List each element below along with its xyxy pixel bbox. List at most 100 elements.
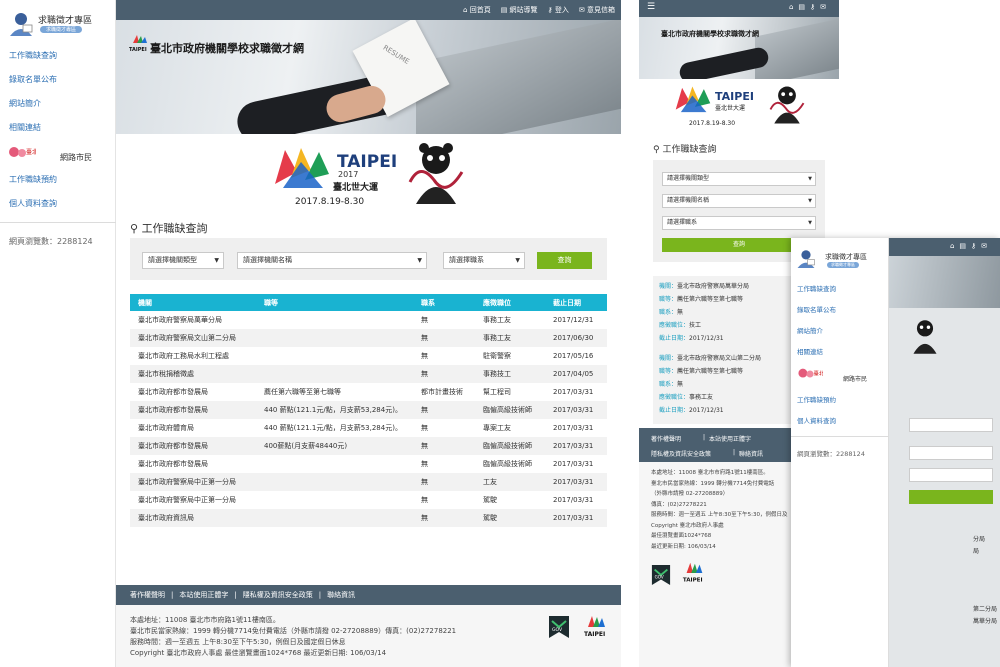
- table-row[interactable]: 臺北市稅捐稽徵處 無事務技工 2017/04/05: [130, 365, 607, 383]
- table-row[interactable]: 臺北市政府都市發展局 440 薪點(121.1元/點，月支薪53,284元)。無臨…: [130, 401, 607, 419]
- cell-series: 無: [421, 424, 428, 432]
- footer-link-charset[interactable]: 本站使用正體字: [179, 590, 228, 600]
- drawer-net-citizen-logo-icon[interactable]: 臺北: [797, 366, 823, 382]
- tablet-bg-row: 萬華分局: [973, 618, 998, 625]
- col-deadline[interactable]: 截止日期: [545, 294, 607, 311]
- cell-position: 駕駛: [475, 509, 545, 527]
- drawer-item-personal-data[interactable]: 個人資料查詢: [797, 415, 836, 425]
- footer-separator: |: [703, 434, 706, 441]
- drawer-item-job-reservation[interactable]: 工作職缺預約: [797, 394, 836, 404]
- table-row[interactable]: 臺北市政府都市發展局 無 臨僱高級技術師 2017/03/31: [130, 455, 607, 473]
- cell-position: 事務工友: [483, 316, 511, 324]
- tablet-nav-icons[interactable]: ⌂▤⚷✉: [950, 242, 992, 250]
- gov-badge-icon[interactable]: GOV: [548, 615, 570, 639]
- col-agency[interactable]: 機關: [130, 294, 256, 311]
- table-row[interactable]: 臺北市政府警察局中正第一分局 無工友 2017/03/31: [130, 473, 607, 491]
- jobs-table-body: 臺北市政府警察局萬華分局無事務工友 2017/12/31 臺北市政府警察局文山第二分…: [130, 311, 607, 527]
- mobile-footer-link-privacy[interactable]: 隱私權及資訊安全政策: [651, 449, 711, 458]
- mobile-top-bar: ☰ ⌂▤⚷✉: [639, 0, 839, 17]
- cell-agency: 臺北市稅捐稽徵處: [130, 365, 256, 383]
- mobile-footer-link-contact[interactable]: 聯絡資訊: [739, 449, 763, 458]
- record-series-value: 無: [677, 381, 684, 388]
- cell-position: 臨僱高級技術師: [475, 401, 545, 419]
- mobile-record[interactable]: 機關：臺北市政府警察局文山第二分局 職等：薦任第六職等至第七職等 職系：無 應徵…: [659, 352, 761, 417]
- mobile-taipei-badge-text: TAIPEI: [683, 577, 703, 583]
- table-row[interactable]: 臺北市政府都市發展局 400薪點(月支薪48440元) 無臨僱高級技術師 2017/0…: [130, 437, 607, 455]
- nav-feedback[interactable]: ✉ 意見信箱: [579, 5, 615, 15]
- agency-name-select[interactable]: 請選擇機關名稱 ▼: [237, 252, 427, 269]
- mobile-agency-name-select[interactable]: 請選擇機關名稱 ▼: [662, 194, 816, 208]
- cell-deadline: 2017/03/31: [553, 424, 594, 432]
- footer-badges: GOV TAIPEI: [548, 613, 618, 643]
- cell-position: 臨僱高級技術師: [475, 437, 545, 455]
- mobile-nav-icons[interactable]: ⌂▤⚷✉: [789, 3, 831, 11]
- mobile-job-series-select[interactable]: 請選擇職系 ▼: [662, 216, 816, 230]
- mobile-record[interactable]: 機關：臺北市政府警察局萬華分局 職等：薦任第六職等至第七職等 職系：無 應徵職位…: [659, 280, 749, 345]
- sidebar-item-job-reservation[interactable]: 工作職缺預約: [0, 168, 116, 192]
- tablet-bg-row: 分局: [973, 536, 986, 543]
- nav-home[interactable]: ⌂ 回首頁: [463, 5, 491, 15]
- record-grade-label: 職等：: [659, 296, 678, 303]
- table-row[interactable]: 臺北市政府工務局水利工程處 無 駐衛警察 2017/05/16: [130, 347, 607, 365]
- universiade-date: 2017.8.19-8.30: [295, 197, 365, 207]
- tablet-view-with-drawer: ⌂▤⚷✉ 分局 局 第二分局 萬華分局 求職徵才專區 求職徵才專區 工作職缺查詢…: [791, 238, 1000, 667]
- record-series-label: 職系：: [659, 381, 678, 388]
- taipei-badge-text: TAIPEI: [584, 631, 605, 638]
- mobile-footer-link-copyright[interactable]: 著作權聲明: [651, 434, 681, 443]
- mobile-taipei-badge-icon[interactable]: TAIPEI: [681, 560, 707, 586]
- gov-badge-text: GOV: [552, 627, 563, 633]
- job-series-select-value: 請選擇職系: [449, 256, 484, 264]
- cell-deadline: 2017/03/31: [545, 473, 607, 491]
- nav-login[interactable]: ⚷ 登入: [548, 5, 569, 15]
- footer-link-contact[interactable]: 聯絡資訊: [327, 590, 355, 600]
- main-desktop-view: ⌂ 回首頁 ▤ 網站導覽 ⚷ 登入 ✉ 意見信箱 RESUME TAIPEI 臺…: [116, 0, 621, 667]
- svg-text:臺北: 臺北: [26, 148, 36, 156]
- drawer-item-related-links[interactable]: 相關連結: [797, 346, 823, 356]
- drawer-title: 求職徵才專區: [825, 253, 867, 261]
- cell-grade: [256, 473, 413, 491]
- col-series[interactable]: 職系: [413, 294, 475, 311]
- search-button[interactable]: 查詢: [537, 252, 592, 269]
- table-row[interactable]: 臺北市政府都市發展局 薦任第六職等至第七職等 都市計畫技術 幫工程司 2017/03/3…: [130, 383, 607, 401]
- cell-position: 臨僱高級技術師: [483, 460, 532, 468]
- net-citizen-logo-icon: 臺北: [9, 147, 36, 157]
- cell-grade: 440 薪點(121.1元/點，月支薪53,284元)。: [256, 401, 413, 419]
- table-row[interactable]: 臺北市政府警察局中正第一分局 無 駕駛 2017/03/31: [130, 491, 607, 509]
- table-row[interactable]: 臺北市政府資訊局 無駕駛 2017/03/31: [130, 509, 607, 527]
- col-position[interactable]: 應徵職位: [475, 294, 545, 311]
- agency-type-select[interactable]: 請選擇機關類型 ▼: [142, 252, 224, 269]
- drawer-item-site-intro[interactable]: 網站簡介: [797, 325, 823, 335]
- cell-agency: 臺北市政府都市發展局: [130, 401, 256, 419]
- hamburger-menu-icon[interactable]: ☰: [647, 2, 655, 12]
- universiade-brand: TAIPEI: [337, 152, 398, 172]
- sidebar-item-site-intro[interactable]: 網站簡介: [0, 92, 116, 116]
- footer-separator: |: [318, 591, 322, 599]
- sidebar-item-admission-list[interactable]: 錄取名單公布: [0, 68, 116, 92]
- mobile-footer-link-charset[interactable]: 本站使用正體字: [709, 434, 751, 443]
- table-header-row: 機關 職等 職系 應徵職位 截止日期: [130, 294, 607, 311]
- drawer-item-admission-list[interactable]: 錄取名單公布: [797, 304, 836, 314]
- footer-link-privacy[interactable]: 隱私權及資訊安全政策: [243, 590, 313, 600]
- mobile-agency-type-value: 請選擇機關類型: [667, 175, 710, 182]
- drawer-item-job-search[interactable]: 工作職缺查詢: [797, 283, 836, 293]
- mobile-agency-type-select[interactable]: 請選擇機關類型 ▼: [662, 172, 816, 186]
- col-grade[interactable]: 職等: [256, 294, 413, 311]
- mobile-search-icon: ⚲: [653, 145, 660, 155]
- table-row[interactable]: 臺北市政府體育局 440 薪點(121.1元/點，月支薪53,284元)。 無 專案工…: [130, 419, 607, 437]
- cell-grade: 400薪點(月支薪48440元): [256, 437, 413, 455]
- net-citizen-badge[interactable]: 臺北 網路市民: [8, 144, 108, 164]
- table-row[interactable]: 臺北市政府警察局萬華分局 無 事務工友 2017/12/31: [130, 311, 607, 329]
- sidebar-header: 求職徵才專區 求職徵才專區: [8, 10, 112, 40]
- sidebar-item-related-links[interactable]: 相關連結: [0, 116, 116, 140]
- sidebar-item-personal-data[interactable]: 個人資料查詢: [0, 192, 116, 216]
- job-series-select[interactable]: 請選擇職系 ▼: [443, 252, 525, 269]
- mobile-footer-info-line: 最近更新日期: 106/03/14: [651, 543, 716, 550]
- sidebar-item-job-search[interactable]: 工作職缺查詢: [0, 44, 116, 68]
- taipei-badge-icon[interactable]: TAIPEI: [582, 613, 610, 641]
- footer-link-copyright[interactable]: 著作權聲明: [130, 590, 165, 600]
- mobile-gov-badge-icon[interactable]: GOV: [651, 564, 671, 586]
- cell-position: 專案工友: [483, 424, 511, 432]
- nav-sitemap[interactable]: ▤ 網站導覽: [501, 5, 538, 15]
- table-row[interactable]: 臺北市政府警察局文山第二分局 無事務工友 2017/06/30: [130, 329, 607, 347]
- mobile-footer-info-line: 最佳瀏覽畫面1024*768: [651, 533, 712, 539]
